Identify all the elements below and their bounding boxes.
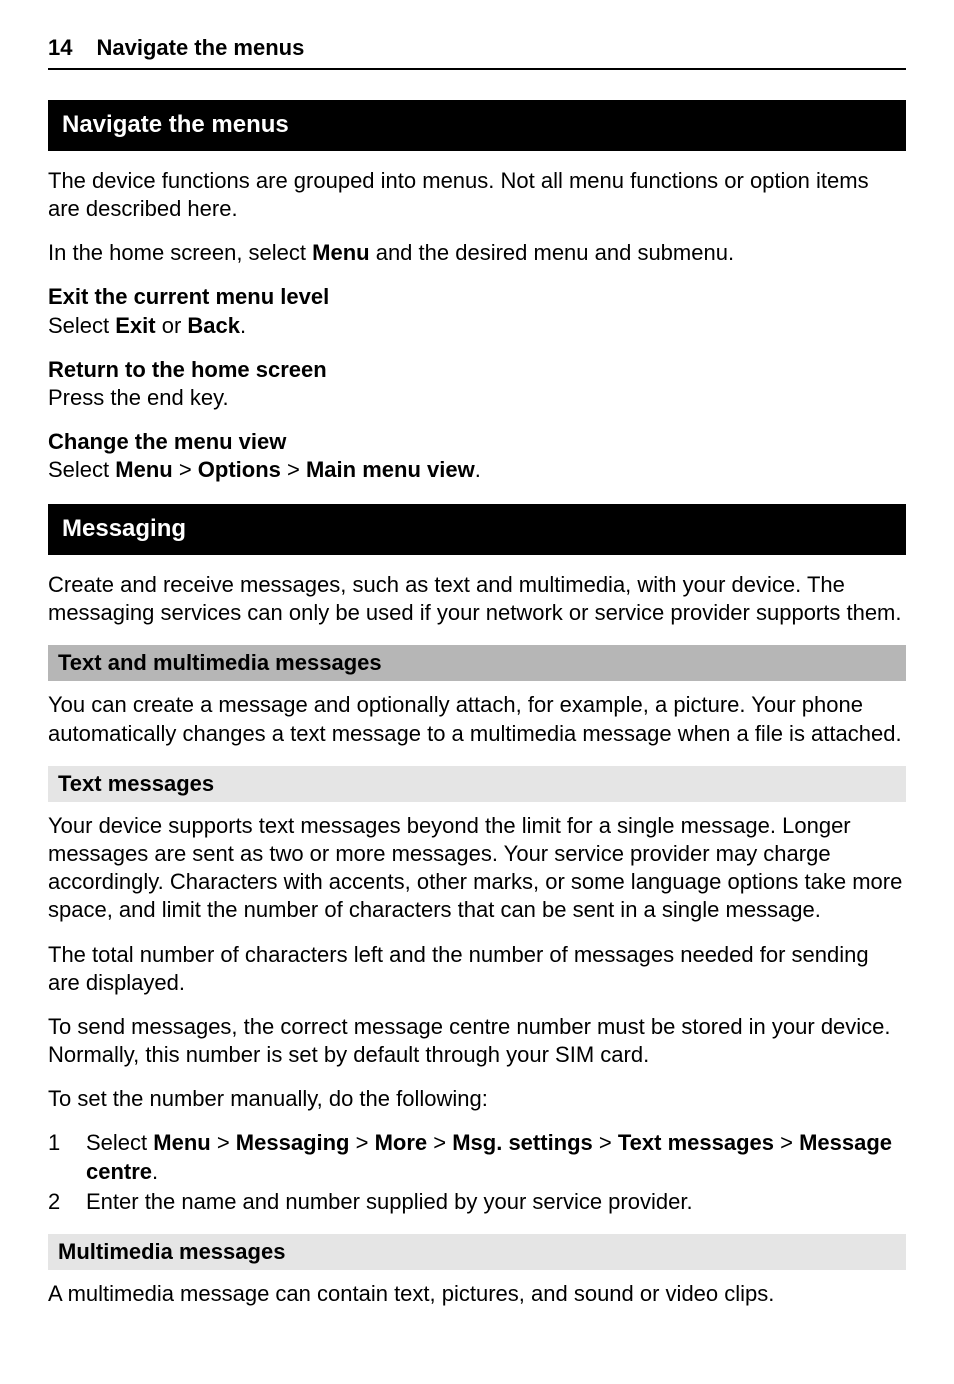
steps-list: 1 Select Menu > Messaging > More > Msg. … — [48, 1129, 906, 1215]
tm-p3: To send messages, the correct message ce… — [48, 1013, 906, 1069]
text: and the desired menu and submenu. — [370, 240, 734, 265]
tm-p4: To set the number manually, do the follo… — [48, 1085, 906, 1113]
section-messaging-title: Messaging — [48, 504, 906, 555]
mm-body: A multimedia message can contain text, p… — [48, 1280, 906, 1308]
step-2: 2 Enter the name and number supplied by … — [48, 1188, 906, 1216]
step-body: Enter the name and number supplied by yo… — [86, 1188, 693, 1216]
tm-p2: The total number of characters left and … — [48, 941, 906, 997]
menu-label: Menu — [312, 240, 369, 265]
section-navigate-title: Navigate the menus — [48, 100, 906, 151]
back-label: Back — [187, 313, 240, 338]
tmm-title: Text and multimedia messages — [48, 645, 906, 681]
main-menu-view-label: Main menu view — [306, 457, 475, 482]
exit-label: Exit — [115, 313, 155, 338]
tm-p1: Your device supports text messages beyon… — [48, 812, 906, 925]
text: In the home screen, select — [48, 240, 312, 265]
exit-body: Select Exit or Back. — [48, 312, 906, 340]
text: Select — [48, 457, 115, 482]
tmm-body: You can create a message and optionally … — [48, 691, 906, 747]
text: . — [475, 457, 481, 482]
sep: > — [427, 1130, 452, 1155]
navigate-home-line: In the home screen, select Menu and the … — [48, 239, 906, 267]
text: . — [152, 1159, 158, 1184]
sep: > — [281, 457, 306, 482]
sep: > — [350, 1130, 375, 1155]
text-messages-label: Text messages — [618, 1130, 774, 1155]
options-label: Options — [198, 457, 281, 482]
page: 14 Navigate the menus Navigate the menus… — [0, 0, 954, 1384]
msg-settings-label: Msg. settings — [452, 1130, 593, 1155]
sep: > — [173, 457, 198, 482]
return-heading: Return to the home screen — [48, 356, 906, 384]
text: or — [156, 313, 188, 338]
page-header: 14 Navigate the menus — [48, 34, 906, 70]
sep: > — [774, 1130, 799, 1155]
step-body: Select Menu > Messaging > More > Msg. se… — [86, 1129, 906, 1185]
step-num: 2 — [48, 1188, 68, 1216]
messaging-label: Messaging — [236, 1130, 350, 1155]
menu-label: Menu — [115, 457, 172, 482]
step-num: 1 — [48, 1129, 68, 1185]
more-label: More — [375, 1130, 428, 1155]
menu-label: Menu — [153, 1130, 210, 1155]
page-number: 14 — [48, 34, 72, 62]
sep: > — [593, 1130, 618, 1155]
sep: > — [211, 1130, 236, 1155]
mm-title: Multimedia messages — [48, 1234, 906, 1270]
text: . — [240, 313, 246, 338]
change-body: Select Menu > Options > Main menu view. — [48, 456, 906, 484]
return-body: Press the end key. — [48, 384, 906, 412]
exit-heading: Exit the current menu level — [48, 283, 906, 311]
messaging-intro: Create and receive messages, such as tex… — [48, 571, 906, 627]
step-1: 1 Select Menu > Messaging > More > Msg. … — [48, 1129, 906, 1185]
tm-title: Text messages — [48, 766, 906, 802]
page-title: Navigate the menus — [96, 34, 304, 62]
change-heading: Change the menu view — [48, 428, 906, 456]
text: Select — [48, 313, 115, 338]
text: Select — [86, 1130, 153, 1155]
navigate-intro: The device functions are grouped into me… — [48, 167, 906, 223]
